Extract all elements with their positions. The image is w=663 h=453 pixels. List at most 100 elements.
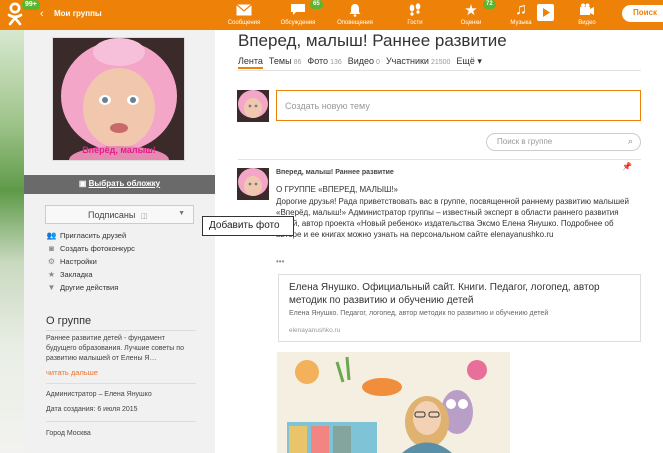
nav-label: Оповещения (337, 20, 373, 26)
gear-icon: ⚙ (47, 257, 56, 266)
nav-notifications[interactable]: Оповещения (330, 0, 380, 30)
group-title: Вперед, малыш! Раннее развитие (238, 31, 507, 50)
small-avatar-icon (237, 168, 269, 200)
tab-feed[interactable]: Лента (238, 56, 263, 69)
discussions-badge: 65 (310, 0, 323, 9)
nav-messages[interactable]: Сообщения (222, 0, 266, 30)
settings-action[interactable]: ⚙ Настройки (46, 255, 135, 268)
nav-video[interactable]: Видео (572, 0, 602, 30)
nav-label: Оценки (460, 20, 482, 26)
tab-count: 86 (293, 59, 302, 66)
action-label: Пригласить друзей (60, 231, 127, 240)
invite-friends-action[interactable]: 👥 Пригласить друзей (46, 229, 135, 242)
tab-label: Лента (238, 56, 263, 66)
tab-label: Участники (385, 56, 429, 66)
link-description: Елена Янушко. Педагог, логопед, автор ме… (289, 310, 549, 317)
nav-label: Обсуждения (280, 20, 316, 26)
left-column: Вперёд, малыш! ▣ Выбрать обложку Подписа… (24, 30, 215, 453)
action-label: Создать фотоконкурс (60, 244, 135, 253)
divider (46, 330, 196, 331)
subscribed-button[interactable]: Подписаны ◫ ▼ (45, 205, 194, 224)
link-preview-card[interactable]: Елена Янушко. Официальный сайт. Книги. П… (278, 274, 641, 342)
post-avatar[interactable] (237, 168, 269, 200)
post-image[interactable] (277, 352, 510, 453)
author-photo-icon (277, 352, 510, 453)
play-icon[interactable] (537, 4, 554, 21)
link-title: Елена Янушко. Официальный сайт. Книги. П… (289, 282, 600, 306)
nav-guests[interactable]: Гости (400, 0, 430, 30)
camera-icon: ◙ (49, 244, 54, 253)
search-icon[interactable]: ⌕ (628, 136, 633, 147)
group-search-input[interactable]: Поиск в группе ⌕ (486, 133, 641, 151)
choose-cover-bar[interactable]: ▣ Выбрать обложку (24, 175, 215, 194)
tab-label: Фото (307, 56, 329, 66)
bookmark-icon: ★ (47, 270, 56, 279)
top-search-button[interactable]: Поиск (622, 5, 663, 22)
link-url: elenayanushko.ru (289, 327, 341, 334)
tab-videos[interactable]: Видео 0 (348, 56, 380, 69)
bookmark-action[interactable]: ★ Закладка (46, 268, 135, 281)
tab-more[interactable]: Ещё ▾ (456, 56, 481, 69)
group-search-placeholder: Поиск в группе (497, 137, 553, 146)
creation-date: Дата создания: 6 июля 2015 (46, 406, 138, 413)
nav-ratings[interactable]: ★ Оценки (456, 0, 486, 30)
avatar-photo-icon (53, 38, 184, 160)
about-text: Раннее развитие детей - фундамент будуще… (46, 335, 184, 362)
triangle-down-icon: ▼ (47, 283, 56, 292)
footprints-icon (409, 2, 421, 16)
action-label: Другие действия (60, 283, 119, 292)
photo-contest-action[interactable]: ◙ Создать фотоконкурс (46, 242, 135, 255)
nav-music[interactable]: ♫ Музыка (505, 0, 537, 30)
star-icon: ★ (464, 1, 478, 19)
post-fade (276, 249, 641, 259)
bell-icon (349, 3, 361, 17)
background-strip (0, 30, 24, 453)
feed-divider (238, 159, 641, 160)
tab-label: Ещё ▾ (456, 56, 482, 66)
play-triangle-icon (543, 8, 550, 17)
composer-avatar (237, 90, 269, 122)
action-label: Настройки (60, 257, 97, 266)
avatar-caption: Вперёд, малыш! (82, 145, 156, 155)
nav-label: Сообщения (227, 20, 261, 26)
back-arrow-icon[interactable]: ‹ (40, 8, 44, 20)
group-tabs: Лента Темы 86 Фото 136 Видео 0 Участники 215… (238, 56, 488, 69)
logo-badge: 99+ (22, 0, 40, 10)
tab-photos[interactable]: Фото 136 (307, 56, 341, 69)
top-bar: 99+ ‹ Мои группы Сообщения Обсуждения 65… (0, 0, 663, 30)
pin-icon: 📌 (622, 162, 632, 171)
film-icon (580, 3, 594, 15)
new-topic-input[interactable]: Создать новую тему (276, 90, 641, 121)
chat-icon (291, 4, 305, 15)
tab-members[interactable]: Участники 21500 (386, 56, 450, 69)
tab-count: 136 (330, 59, 342, 66)
post-author[interactable]: Вперед, малыш! Раннее развитие (276, 169, 394, 176)
admin-info[interactable]: Администратор – Елена Янушко (46, 391, 152, 398)
tab-topics[interactable]: Темы 86 (269, 56, 301, 69)
tab-label: Видео (347, 56, 375, 66)
music-note-icon: ♫ (515, 0, 527, 18)
read-more-link[interactable]: читать дальше (46, 368, 98, 377)
ratings-badge: 72 (483, 0, 496, 9)
action-label: Закладка (60, 270, 93, 279)
group-actions: 👥 Пригласить друзей ◙ Создать фотоконкурс … (46, 229, 135, 294)
tab-count: 21500 (430, 59, 451, 66)
nav-label: Музыка (510, 20, 532, 26)
about-heading: О группе (46, 315, 92, 327)
chevron-down-icon: ▼ (178, 210, 185, 217)
group-avatar[interactable] (52, 37, 185, 161)
choose-cover-link[interactable]: Выбрать обложку (89, 179, 160, 188)
subscribed-label: Подписаны (88, 210, 136, 220)
subscribed-camera-icon: ◫ (140, 213, 148, 220)
my-groups-link[interactable]: Мои группы (54, 9, 102, 18)
picture-icon: ▣ (78, 179, 89, 188)
tabs-divider (238, 70, 641, 71)
nav-label: Видео (578, 20, 596, 26)
nav-label: Гости (407, 20, 423, 26)
divider (46, 421, 196, 422)
people-icon: 👥 (46, 231, 57, 240)
expand-post-dots[interactable]: ••• (276, 257, 284, 266)
post-heading: О ГРУППЕ «ВПЕРЕД, МАЛЫШ!» (276, 185, 398, 194)
other-actions[interactable]: ▼ Другие действия (46, 281, 135, 294)
small-avatar-icon (237, 90, 269, 122)
